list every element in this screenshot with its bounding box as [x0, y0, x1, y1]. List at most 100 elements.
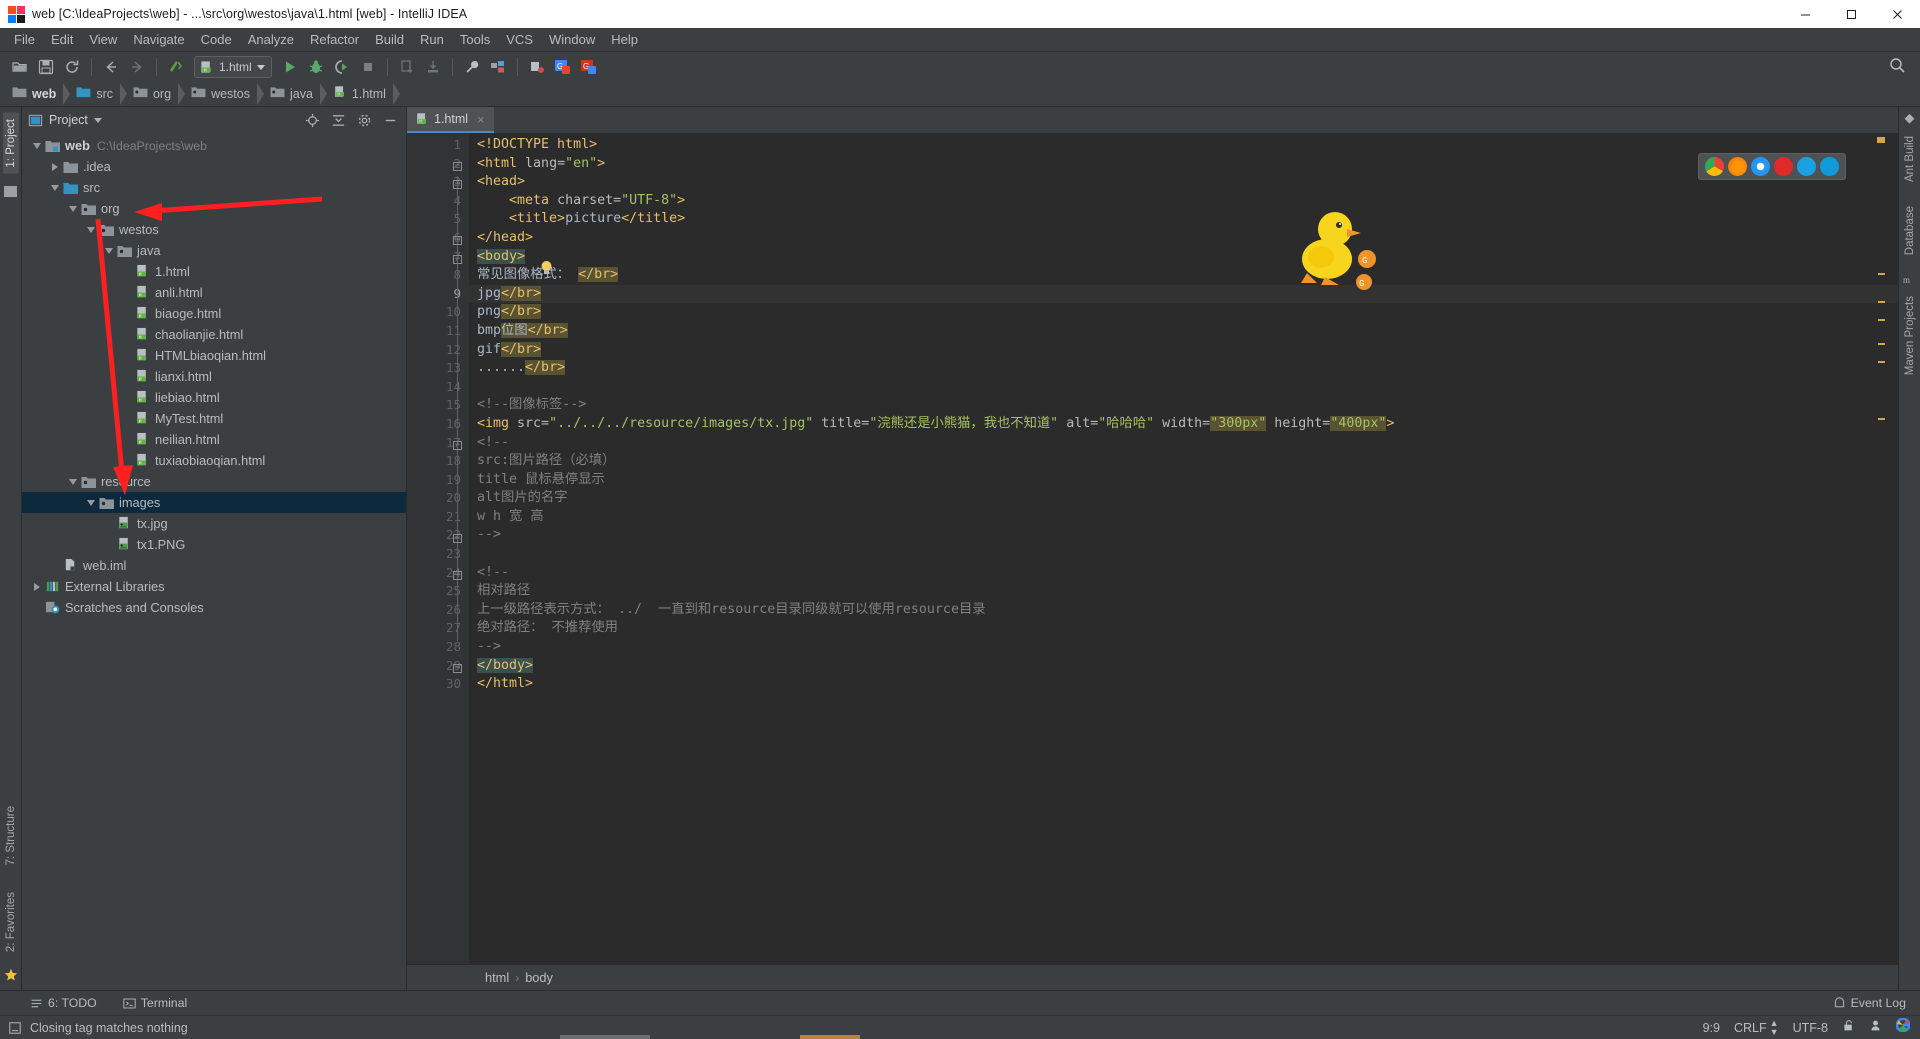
tree-toggle[interactable] — [120, 303, 134, 324]
ie-icon[interactable] — [1797, 157, 1816, 176]
tool-button-todo[interactable]: 6: TODO — [26, 994, 101, 1012]
search-everywhere-icon[interactable] — [1889, 57, 1906, 79]
tree-toggle[interactable] — [120, 261, 134, 282]
tree-item-web-iml[interactable]: web.iml — [22, 555, 406, 576]
tree-toggle[interactable] — [30, 597, 44, 618]
run-icon[interactable] — [278, 55, 302, 79]
tree-item-biaoge-html[interactable]: Hbiaoge.html — [22, 303, 406, 324]
code-line[interactable]: <html lang="en"> — [469, 155, 1898, 174]
menu-item-edit[interactable]: Edit — [43, 30, 81, 49]
code-line[interactable] — [469, 378, 1898, 397]
toolbar-extra-icon[interactable] — [525, 55, 549, 79]
commit-icon[interactable] — [421, 55, 445, 79]
tree-item-resource[interactable]: resource — [22, 471, 406, 492]
fold-marker[interactable]: − — [453, 236, 462, 245]
caret-position[interactable]: 9:9 — [1703, 1021, 1720, 1035]
code-line[interactable]: <img src="../../../resource/images/tx.jp… — [469, 415, 1898, 434]
breadcrumb-org[interactable]: org — [127, 84, 180, 105]
hide-panel-icon[interactable] — [380, 110, 400, 130]
code-line[interactable]: </html> — [469, 675, 1898, 694]
locate-icon[interactable] — [302, 110, 322, 130]
code-line[interactable]: src:图片路径（必填） — [469, 452, 1898, 471]
breadcrumb-body[interactable]: body — [525, 970, 553, 985]
debug-icon[interactable] — [304, 55, 328, 79]
file-encoding[interactable]: UTF-8 — [1793, 1021, 1828, 1035]
star-icon[interactable] — [4, 968, 18, 982]
code-line[interactable]: </body> — [469, 657, 1898, 676]
tree-item-tuxiaobiaoqian-html[interactable]: Htuxiaobiaoqian.html — [22, 450, 406, 471]
editor-breadcrumb[interactable]: html › body — [407, 964, 1898, 990]
safari-icon[interactable] — [1751, 157, 1770, 176]
chevron-down-icon[interactable] — [256, 64, 265, 70]
menu-item-analyze[interactable]: Analyze — [240, 30, 302, 49]
code-line[interactable]: alt图片的名字 — [469, 489, 1898, 508]
line-separator[interactable]: CRLF ▲ ▼ — [1734, 1018, 1779, 1037]
breadcrumb-src[interactable]: src — [70, 84, 122, 105]
forward-icon[interactable] — [125, 55, 149, 79]
opera-icon[interactable] — [1774, 157, 1793, 176]
tree-item-liebiao-html[interactable]: Hliebiao.html — [22, 387, 406, 408]
browser-launcher-bar[interactable] — [1698, 153, 1846, 180]
sidebar-tab-ant-build[interactable]: Ant Build — [1902, 130, 1918, 188]
error-stripe-markers[interactable] — [1876, 133, 1886, 964]
tree-toggle[interactable] — [120, 345, 134, 366]
code-line[interactable]: </head> — [469, 229, 1898, 248]
code-line[interactable]: bmp位图</br> — [469, 322, 1898, 341]
tree-item-1-html[interactable]: H 1.html — [22, 261, 406, 282]
breadcrumb-web[interactable]: web — [6, 84, 65, 105]
bottom-scroll-strip[interactable] — [0, 1035, 1920, 1039]
stop-icon[interactable] — [356, 55, 380, 79]
editor-tab-1html[interactable]: H 1.html × — [407, 107, 494, 133]
menu-item-view[interactable]: View — [81, 30, 125, 49]
tree-toggle[interactable] — [120, 408, 134, 429]
tree-toggle[interactable] — [84, 219, 98, 240]
tree-item-web[interactable]: web C:\IdeaProjects\web — [22, 135, 406, 156]
sidebar-tab-maven-projects[interactable]: Maven Projects — [1902, 290, 1918, 381]
open-folder-icon[interactable] — [8, 55, 32, 79]
lock-open-icon[interactable] — [1842, 1019, 1855, 1037]
fold-marker[interactable]: − — [453, 571, 462, 580]
tree-toggle[interactable] — [102, 534, 116, 555]
breadcrumb-westos[interactable]: westos — [185, 84, 259, 105]
fold-marker[interactable]: − — [453, 534, 462, 543]
event-log-button[interactable]: Event Log — [1833, 996, 1906, 1010]
code-line[interactable]: <body> — [469, 248, 1898, 267]
tree-toggle[interactable] — [30, 135, 44, 156]
code-line[interactable]: <!--图像标签--> — [469, 396, 1898, 415]
inspector-icon[interactable] — [1869, 1019, 1882, 1037]
code-line[interactable]: w h 宽 高 — [469, 508, 1898, 527]
tree-toggle[interactable] — [66, 471, 80, 492]
tree-toggle[interactable] — [84, 492, 98, 513]
project-structure-icon[interactable] — [486, 55, 510, 79]
fold-marker[interactable]: − — [453, 664, 462, 673]
menu-item-run[interactable]: Run — [412, 30, 452, 49]
tree-item-external-libraries[interactable]: External Libraries — [22, 576, 406, 597]
fold-marker[interactable]: − — [453, 162, 462, 171]
tree-toggle[interactable] — [102, 513, 116, 534]
sidebar-tab-structure[interactable]: 7: Structure — [3, 800, 19, 871]
tree-item-java[interactable]: java — [22, 240, 406, 261]
sidebar-tab-favorites[interactable]: 2: Favorites — [3, 886, 19, 958]
collapse-all-icon[interactable] — [328, 110, 348, 130]
tree-item-mytest-html[interactable]: H MyTest.html — [22, 408, 406, 429]
run-coverage-icon[interactable] — [330, 55, 354, 79]
code-editor[interactable]: <!DOCTYPE html> <html lang="en"> <head> <m… — [469, 133, 1898, 964]
tree-item-anli-html[interactable]: Hanli.html — [22, 282, 406, 303]
sidebar-tab-project[interactable]: 1: Project — [2, 113, 19, 174]
tree-toggle[interactable] — [48, 156, 62, 177]
tree-toggle[interactable] — [120, 324, 134, 345]
fold-marker[interactable]: − — [453, 180, 462, 189]
tree-toggle[interactable] — [120, 366, 134, 387]
code-line[interactable]: <head> — [469, 173, 1898, 192]
tree-toggle[interactable] — [120, 387, 134, 408]
settings-wrench-icon[interactable] — [460, 55, 484, 79]
tree-item-lianxi-html[interactable]: Hlianxi.html — [22, 366, 406, 387]
breadcrumb-1-html[interactable]: H 1.html — [327, 84, 395, 105]
tree-toggle[interactable] — [48, 177, 62, 198]
tree-item-chaolianjie-html[interactable]: Hchaolianjie.html — [22, 324, 406, 345]
maximize-button[interactable] — [1828, 0, 1874, 28]
code-line[interactable]: <!-- — [469, 434, 1898, 453]
code-line[interactable]: 绝对路径： 不推荐使用 — [469, 619, 1898, 638]
translate-icon[interactable]: G — [551, 55, 575, 79]
minimize-button[interactable] — [1782, 0, 1828, 28]
